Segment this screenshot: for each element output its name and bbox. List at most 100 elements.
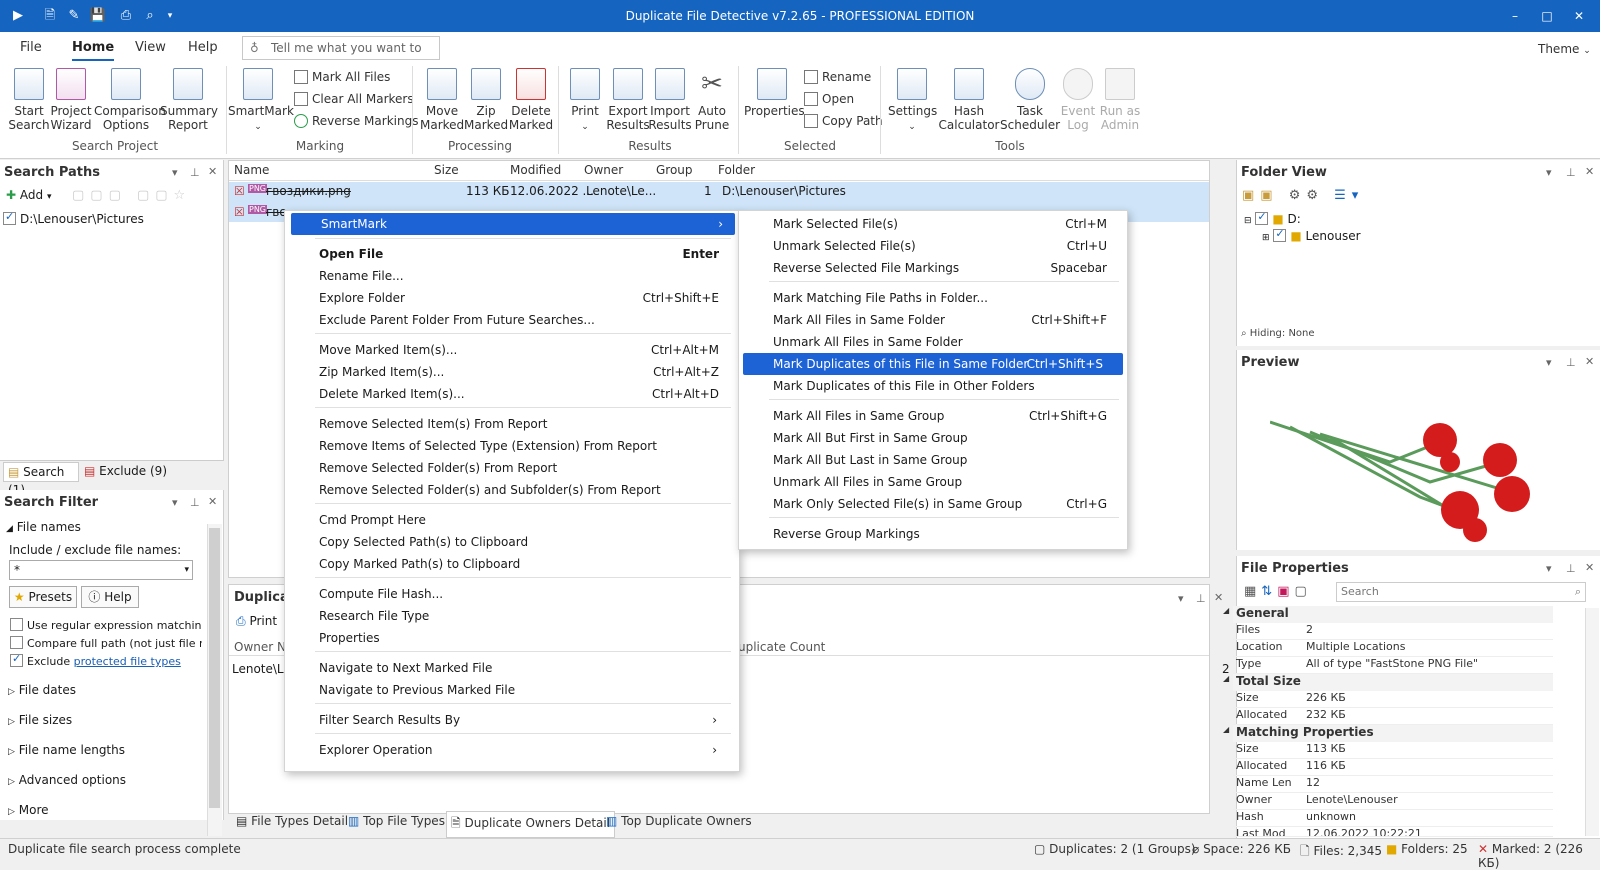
menu-item-research-type[interactable]: Research File Type xyxy=(285,605,739,627)
minimize-button[interactable]: – xyxy=(1502,6,1528,26)
menu-item-remove-selected[interactable]: Remove Selected Item(s) From Report xyxy=(285,413,739,435)
properties-scrollbar[interactable] xyxy=(1585,608,1599,836)
menu-item-next-marked[interactable]: Navigate to Next Marked File xyxy=(285,657,739,679)
column-folder[interactable]: Folder xyxy=(718,163,755,177)
close-icon[interactable]: ✕ xyxy=(1585,165,1594,178)
pin-icon[interactable]: ⊥ xyxy=(1566,356,1576,369)
properties-button[interactable]: Properties xyxy=(744,68,805,118)
menu-item-explorer-operation[interactable]: Explorer Operation › xyxy=(285,739,739,761)
checkbox-icon[interactable] xyxy=(10,652,23,667)
dropdown-icon[interactable]: ▾ xyxy=(1178,592,1184,605)
search-path-item[interactable]: D:\Lenouser\Pictures xyxy=(3,210,144,226)
hash-calculator-button[interactable]: Hash Calculator xyxy=(938,68,1000,132)
menu-item-filter-by[interactable]: Filter Search Results By › xyxy=(285,709,739,731)
menu-item-exclude-parent[interactable]: Exclude Parent Folder From Future Search… xyxy=(285,309,739,331)
regex-option[interactable]: Use regular expression matching xyxy=(10,618,202,632)
start-search-button[interactable]: Start Search xyxy=(8,68,50,132)
property-toolbar-icons[interactable]: ▦⇅▣▢ xyxy=(1244,584,1312,599)
menu-item-delete-marked[interactable]: Delete Marked Item(s)... Ctrl+Alt+D xyxy=(285,383,739,405)
delete-marked-button[interactable]: Delete Marked xyxy=(508,68,554,132)
category-general[interactable]: ◢ General xyxy=(1223,606,1553,623)
pin-icon[interactable]: ⊥ xyxy=(190,496,200,509)
category-matching[interactable]: ◢ Matching Properties xyxy=(1223,725,1553,742)
pin-icon[interactable]: ⊥ xyxy=(1566,562,1576,575)
task-scheduler-button[interactable]: Task Scheduler xyxy=(1000,68,1060,132)
comparison-options-button[interactable]: Comparison Options xyxy=(94,68,166,132)
file-names-section[interactable]: ◢ File names xyxy=(6,520,81,534)
close-icon[interactable]: ✕ xyxy=(1214,591,1223,604)
close-icon[interactable]: ✕ xyxy=(208,495,217,508)
submenu-item-mark-only-selected-group[interactable]: Mark Only Selected File(s) in Same Group… xyxy=(739,493,1127,515)
tab-top-file-types[interactable]: ▥ Top File Types xyxy=(348,814,445,828)
file-sizes-section[interactable]: ▷ File sizes xyxy=(8,713,72,727)
tab-file-types-detail[interactable]: ▤ File Types Detail xyxy=(236,814,348,828)
dropdown-icon[interactable]: ▾ xyxy=(172,166,178,179)
dropdown-icon[interactable]: ▾ xyxy=(1546,562,1552,575)
submenu-item-mark-duplicates-same-folder[interactable]: Mark Duplicates of this File in Same Fol… xyxy=(743,353,1123,375)
maximize-button[interactable]: □ xyxy=(1534,6,1560,26)
presets-button[interactable]: ★ Presets xyxy=(9,586,77,608)
settings-button[interactable]: Settings ⌄ xyxy=(888,68,937,134)
property-search-input[interactable]: Search ⌕ xyxy=(1336,582,1586,602)
menu-item-remove-type[interactable]: Remove Items of Selected Type (Extension… xyxy=(285,435,739,457)
tab-file[interactable]: File xyxy=(20,40,42,55)
column-name[interactable]: Name xyxy=(234,163,269,177)
close-icon[interactable]: ✕ xyxy=(1585,355,1594,368)
menu-item-copy-selected[interactable]: Copy Selected Path(s) to Clipboard xyxy=(285,531,739,553)
close-button[interactable]: ✕ xyxy=(1566,6,1592,26)
submenu-item-mark-matching-paths[interactable]: Mark Matching File Paths in Folder... xyxy=(739,287,1127,309)
table-row[interactable]: ☒ PNG гвоздики.png 113 КБ 12.06.2022 ...… xyxy=(234,184,1214,202)
include-input[interactable]: * ▾ xyxy=(9,560,193,580)
menu-item-remove-subfolders[interactable]: Remove Selected Folder(s) and Subfolder(… xyxy=(285,479,739,501)
exclude-protected-option[interactable]: Exclude protected file types xyxy=(10,652,181,668)
tab-home[interactable]: Home xyxy=(72,40,115,61)
owner-column-header[interactable]: Owner N xyxy=(234,640,286,654)
tab-view[interactable]: View xyxy=(135,40,166,55)
advanced-options-section[interactable]: ▷ Advanced options xyxy=(8,773,126,787)
folder-toolbar-icons[interactable]: ▣▣ ⚙⚙ ☰▾ xyxy=(1242,188,1364,203)
project-wizard-button[interactable]: Project Wizard xyxy=(50,68,92,132)
checkbox-icon[interactable] xyxy=(1273,227,1287,242)
menu-item-remove-folders[interactable]: Remove Selected Folder(s) From Report xyxy=(285,457,739,479)
close-icon[interactable]: ✕ xyxy=(1585,561,1594,574)
mark-all-files-button[interactable]: Mark All Files xyxy=(294,70,390,84)
more-section[interactable]: ▷ More xyxy=(8,803,49,817)
rename-button[interactable]: Rename xyxy=(804,70,871,84)
submenu-item-mark-selected[interactable]: Mark Selected File(s) Ctrl+M xyxy=(739,213,1127,235)
fullpath-option[interactable]: Compare full path (not just file name xyxy=(10,636,202,650)
print-button[interactable]: Print ⌄ xyxy=(566,68,604,134)
menu-item-previous-marked[interactable]: Navigate to Previous Marked File xyxy=(285,679,739,701)
menu-item-compute-hash[interactable]: Compute File Hash... xyxy=(285,583,739,605)
submenu-item-mark-all-same-group[interactable]: Mark All Files in Same Group Ctrl+Shift+G xyxy=(739,405,1127,427)
checkbox-icon[interactable] xyxy=(10,636,23,649)
checkbox-icon[interactable] xyxy=(3,210,16,225)
menu-item-rename-file[interactable]: Rename File... xyxy=(285,265,739,287)
submenu-item-mark-duplicates-other-folders[interactable]: Mark Duplicates of this File in Other Fo… xyxy=(739,375,1127,397)
submenu-item-reverse-selected[interactable]: Reverse Selected File Markings Spacebar xyxy=(739,257,1127,279)
run-as-admin-button[interactable]: Run as Admin xyxy=(1098,68,1142,132)
file-name-lengths-section[interactable]: ▷ File name lengths xyxy=(8,743,125,757)
tab-duplicate-owners-detail[interactable]: 🗎 Duplicate Owners Detail xyxy=(446,811,616,838)
submenu-item-mark-all-but-first[interactable]: Mark All But First in Same Group xyxy=(739,427,1127,449)
column-size[interactable]: Size xyxy=(434,163,459,177)
open-button[interactable]: Open xyxy=(804,92,854,106)
smartmark-button[interactable]: SmartMark ⌄ xyxy=(228,68,294,134)
summary-report-button[interactable]: Summary Report xyxy=(160,68,218,132)
pin-icon[interactable]: ⊥ xyxy=(190,166,200,179)
tree-item-lenouser[interactable]: ⊞ ■ Lenouser xyxy=(1262,227,1361,243)
auto-prune-button[interactable]: ✂ Auto Prune xyxy=(692,68,732,132)
file-dates-section[interactable]: ▷ File dates xyxy=(8,683,76,697)
duplicate-count-column-header[interactable]: uplicate Count xyxy=(738,640,825,654)
event-log-button[interactable]: Event Log xyxy=(1058,68,1098,132)
close-icon[interactable]: ✕ xyxy=(208,165,217,178)
menu-item-copy-marked[interactable]: Copy Marked Path(s) to Clipboard xyxy=(285,553,739,575)
menu-item-smartmark[interactable]: SmartMark › xyxy=(291,213,735,235)
export-results-button[interactable]: Export Results xyxy=(606,68,650,132)
column-owner[interactable]: Owner xyxy=(584,163,623,177)
submenu-item-unmark-all-same-group[interactable]: Unmark All Files in Same Group xyxy=(739,471,1127,493)
checkbox-icon[interactable] xyxy=(10,618,23,631)
category-total-size[interactable]: ◢ Total Size xyxy=(1223,674,1553,691)
column-modified[interactable]: Modified xyxy=(510,163,561,177)
tree-item-drive[interactable]: ⊟ ■ D: xyxy=(1244,210,1301,226)
reverse-markings-button[interactable]: Reverse Markings xyxy=(294,114,418,128)
